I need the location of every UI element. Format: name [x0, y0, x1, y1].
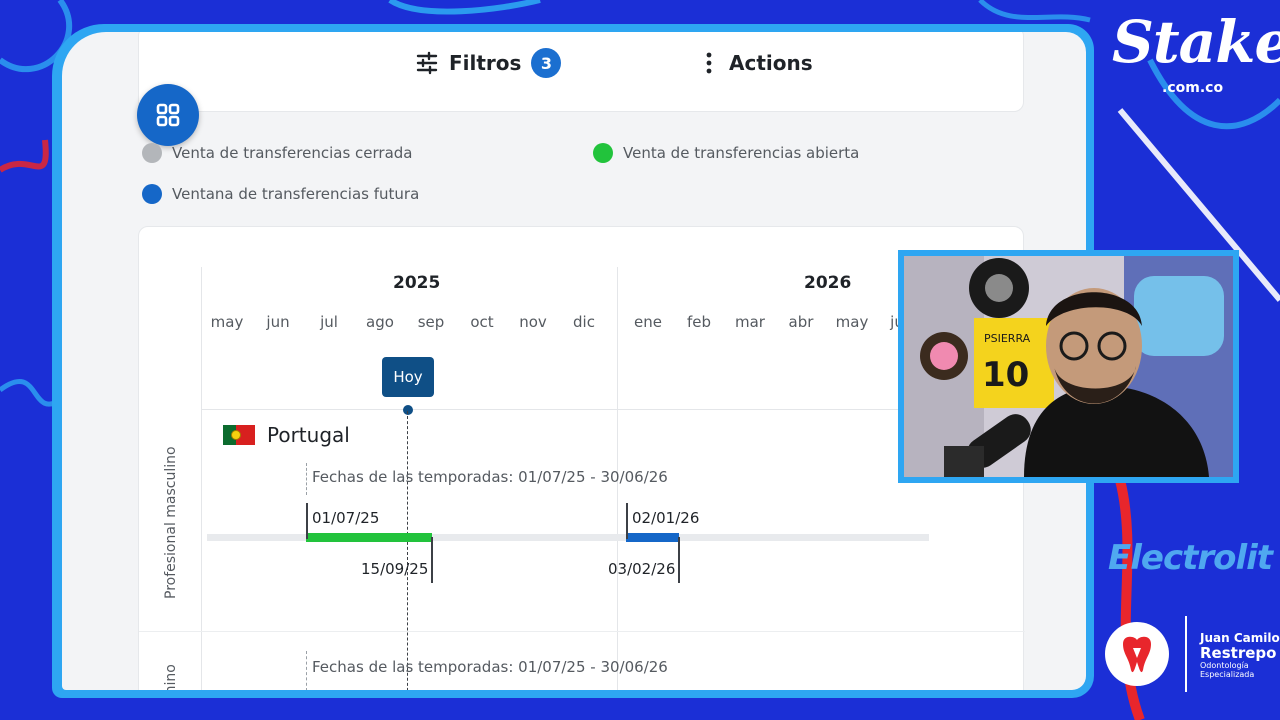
month-label: dic: [573, 313, 595, 331]
window2-end-date: 03/02/26: [608, 560, 676, 578]
filters-label: Filtros: [449, 51, 522, 75]
portugal-flag-icon: [223, 425, 255, 445]
grid-icon: [156, 103, 180, 127]
country-name: Portugal: [267, 423, 350, 447]
poster-number: 10: [982, 355, 1029, 395]
section-label-male: Profesional masculino: [163, 446, 179, 599]
actions-button[interactable]: Actions: [705, 45, 813, 81]
legend-label-future: Ventana de transferencias futura: [172, 185, 420, 203]
webcam-feed: PSIERRA 10: [904, 256, 1233, 477]
doctor-brand: Juan Camilo Restrepo Odontología Especia…: [1200, 632, 1280, 680]
season-dates-2: Fechas de las temporadas: 01/07/25 - 30/…: [312, 658, 668, 676]
electrolit-logo: Electrolit: [1108, 538, 1273, 578]
month-label: feb: [686, 313, 712, 331]
legend-dot-open: [593, 143, 613, 163]
month-label: oct: [470, 313, 494, 331]
season-start-tick: [306, 463, 307, 495]
legend-future: Ventana de transferencias futura: [142, 184, 419, 204]
stake-logo: Stake: [1112, 8, 1280, 76]
filters-button[interactable]: Filtros 3: [415, 45, 562, 81]
poster-text: PSIERRA: [984, 332, 1031, 345]
window1-end-tick: [431, 537, 433, 583]
today-line: [407, 411, 408, 690]
toolbar: Filtros 3 Actions: [138, 32, 1024, 112]
today-marker[interactable]: Hoy: [382, 357, 434, 397]
legend-open: Venta de transferencias abierta: [593, 143, 859, 163]
month-label: ene: [634, 313, 662, 331]
year-2026: 2026: [804, 273, 852, 293]
year-2025: 2025: [393, 273, 441, 293]
month-label: abr: [788, 313, 814, 331]
month-label: sep: [417, 313, 445, 331]
legend-closed: Venta de transferencias cerrada: [142, 143, 412, 163]
webcam-scene: PSIERRA 10: [904, 256, 1233, 477]
month-label: may: [210, 313, 244, 331]
brand-separator: [1185, 616, 1187, 692]
webcam-overlay: PSIERRA 10: [898, 250, 1239, 483]
window2-start-tick: [626, 503, 628, 539]
month-label: ago: [366, 313, 394, 331]
more-vertical-icon: [706, 52, 712, 74]
sliders-icon: [416, 51, 438, 75]
legend-label-closed: Venta de transferencias cerrada: [172, 144, 413, 162]
month-label: nov: [519, 313, 547, 331]
section-label-female: enino: [163, 664, 179, 690]
window1-start-tick: [306, 503, 308, 539]
tooth-logo-icon: [1105, 622, 1169, 686]
timeline-card: 2025 2026 may jun jul ago sep oct nov di…: [138, 226, 1025, 690]
month-label: jul: [320, 313, 338, 331]
month-label: mar: [735, 313, 765, 331]
window2-start-date: 02/01/26: [632, 509, 700, 527]
stake-logo-domain: .com.co: [1162, 80, 1224, 96]
window1-end-date: 15/09/25: [361, 560, 429, 578]
season-dates: Fechas de las temporadas: 01/07/25 - 30/…: [312, 468, 668, 486]
legend-label-open: Venta de transferencias abierta: [623, 144, 860, 162]
section-divider: [139, 631, 1025, 632]
window-future-bar[interactable]: [626, 533, 679, 542]
window2-end-tick: [678, 537, 680, 583]
legend-dot-closed: [142, 143, 162, 163]
grid-menu-button[interactable]: [137, 84, 199, 146]
month-label: jun: [266, 313, 290, 331]
actions-label: Actions: [729, 51, 813, 75]
today-marker-dot: [403, 405, 413, 415]
doctor-specialty-2: Especializada: [1200, 670, 1255, 679]
legend-dot-future: [142, 184, 162, 204]
window1-start-date: 01/07/25: [312, 509, 380, 527]
country-row: Portugal: [223, 423, 350, 447]
filters-count-badge: 3: [531, 48, 562, 78]
month-label: may: [835, 313, 869, 331]
season-start-tick-2: [306, 651, 307, 690]
doctor-last-name: Restrepo: [1200, 644, 1277, 662]
window-open-bar[interactable]: [306, 533, 432, 542]
doctor-specialty-1: Odontología: [1200, 661, 1249, 670]
